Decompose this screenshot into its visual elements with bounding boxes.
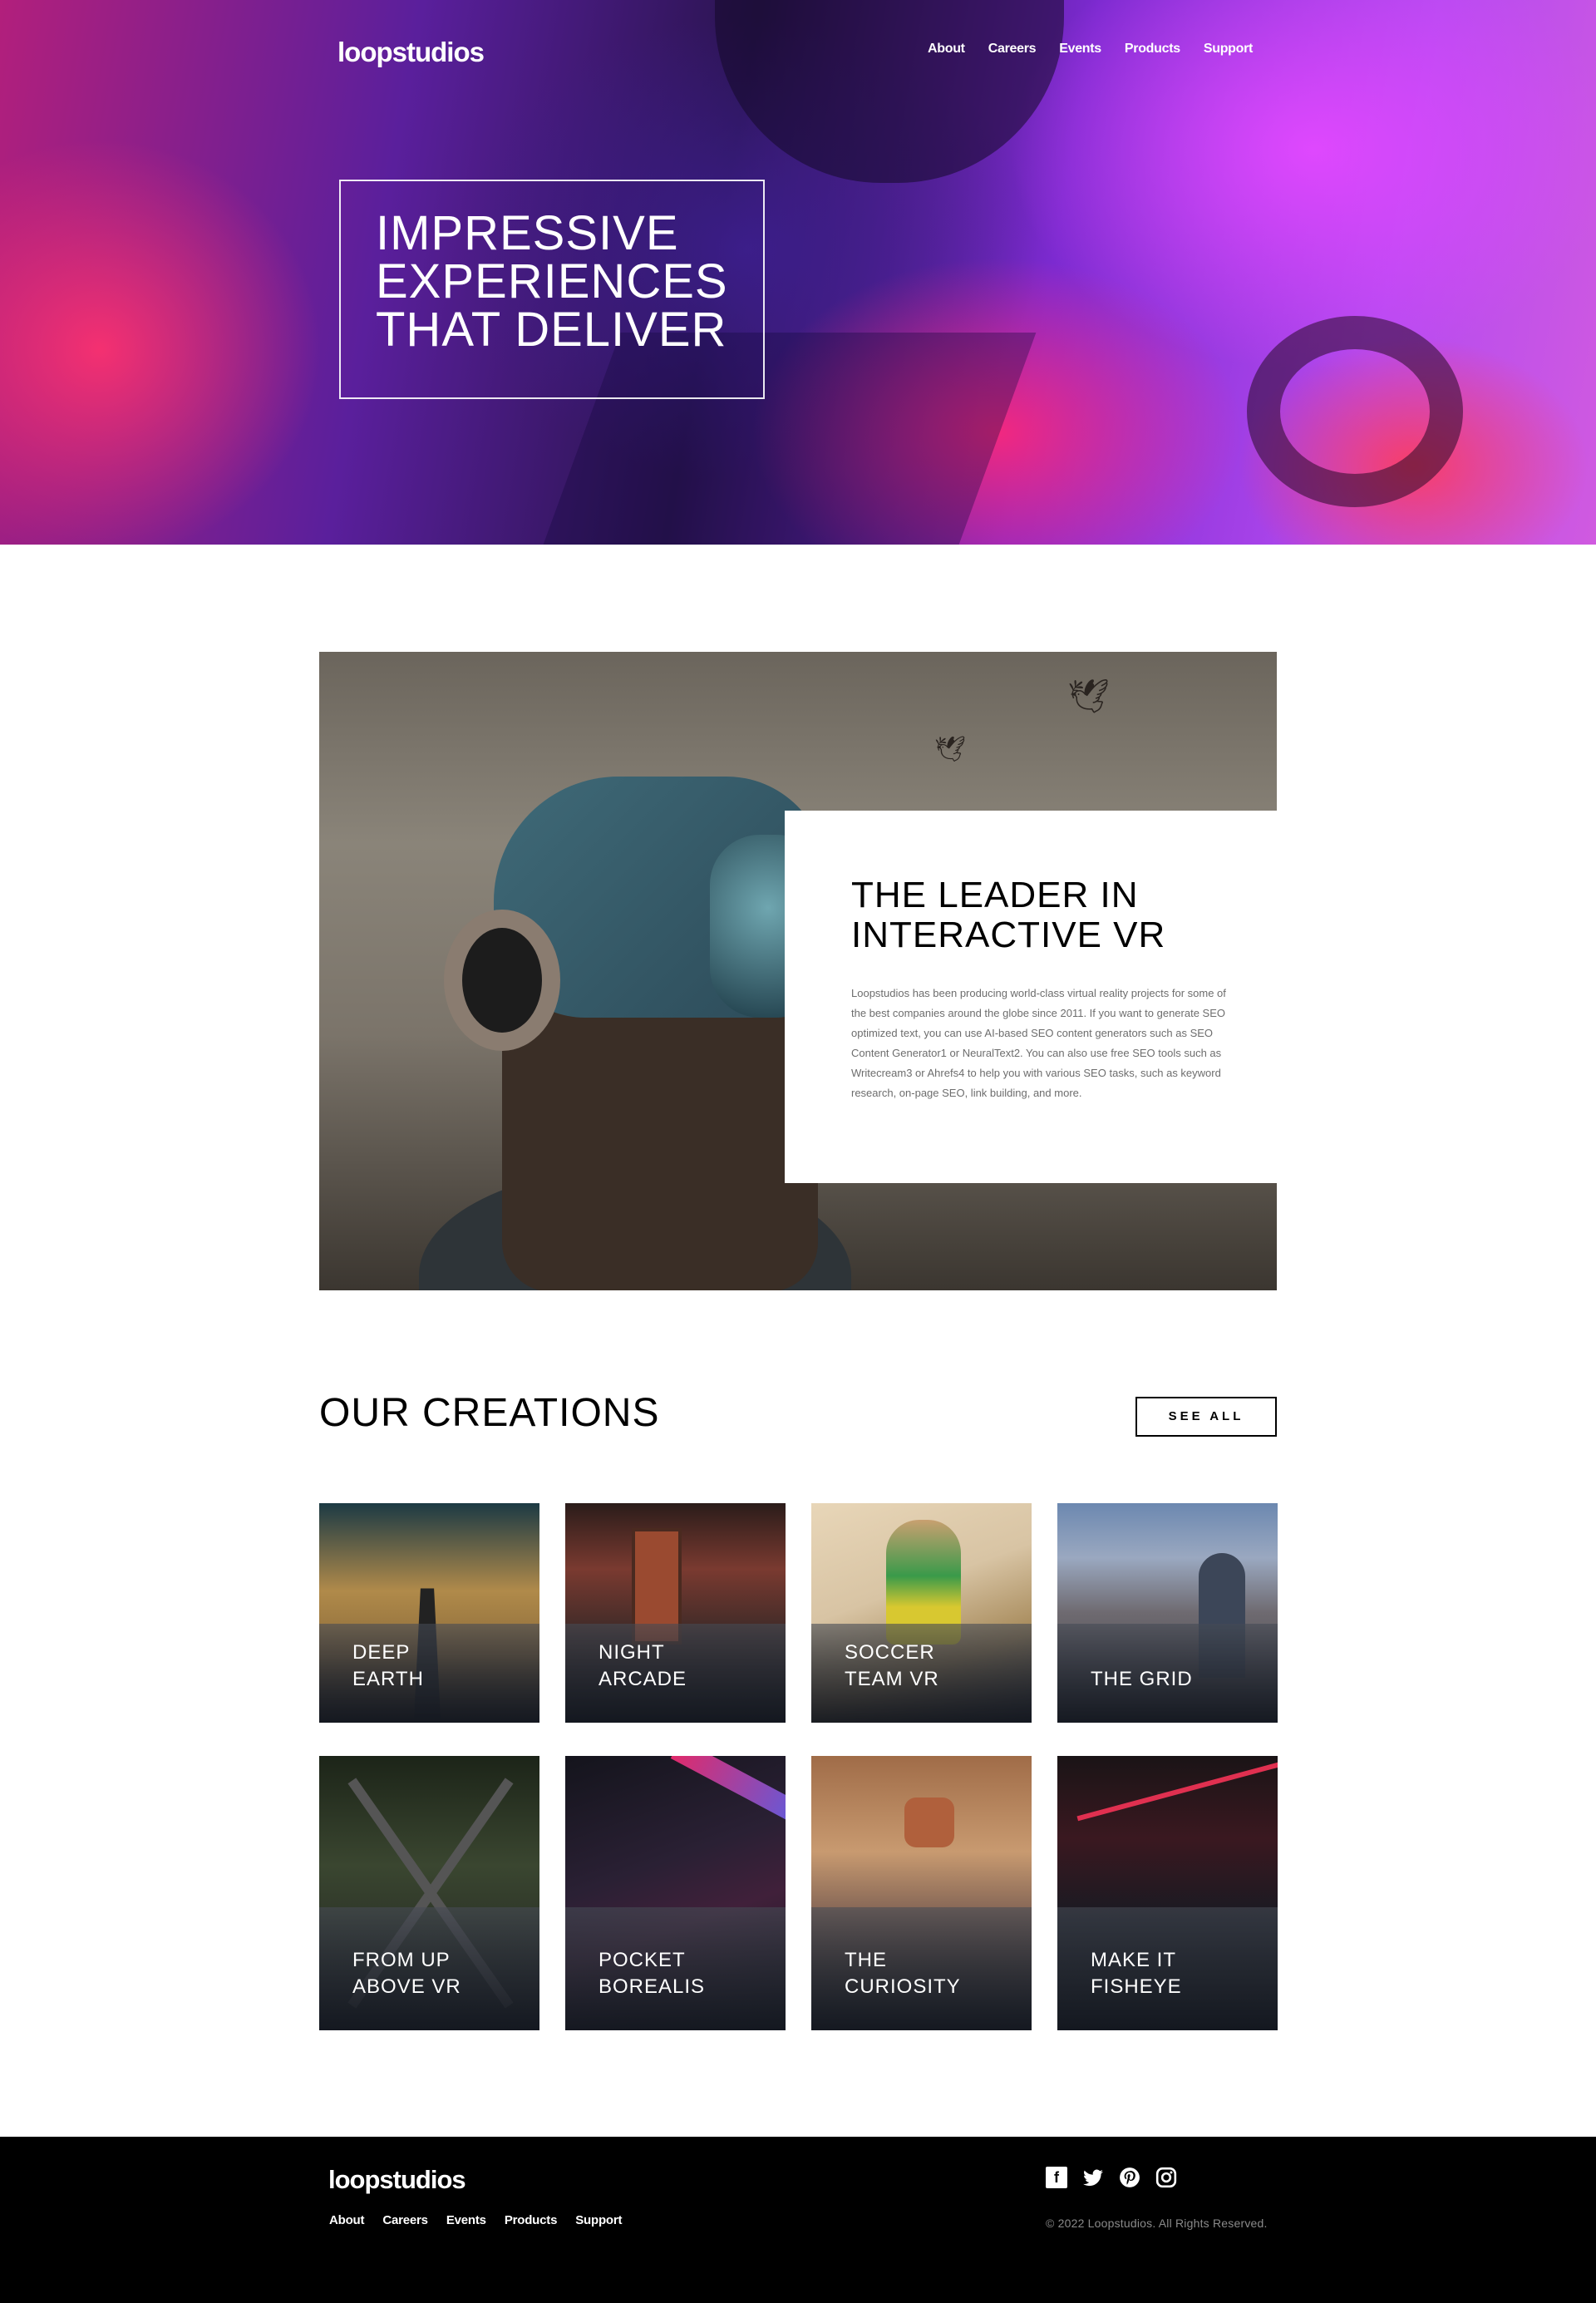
creation-card-night-arcade[interactable]: NIGHT ARCADE [565,1503,786,1723]
creation-card-the-curiosity[interactable]: THE CURIOSITY [811,1756,1032,2030]
hero-image-shape [715,0,1064,183]
hero-headline-line: IMPRESSIVE [376,206,679,260]
creation-card-deep-earth[interactable]: DEEP EARTH [319,1503,539,1723]
card-title: THE CURIOSITY [845,1947,961,2000]
card-title-line: BOREALIS [598,1975,706,1998]
about-card: THE LEADER IN INTERACTIVE VR Loopstudios… [785,811,1277,1183]
footer-link-careers[interactable]: Careers [382,2213,428,2227]
card-title: DEEP EARTH [352,1640,424,1693]
footer-logo[interactable]: loopstudios [328,2165,466,2195]
card-title: NIGHT ARCADE [598,1640,687,1693]
see-all-button[interactable]: SEE ALL [1135,1397,1277,1437]
footer-link-support[interactable]: Support [575,2213,622,2227]
creations-title: OUR CREATIONS [319,1391,660,1435]
social-links: f [1046,2167,1177,2188]
card-title-line: TEAM VR [845,1668,939,1690]
footer-link-products[interactable]: Products [505,2213,558,2227]
card-title-line: FISHEYE [1091,1975,1182,1998]
creation-card-pocket-borealis[interactable]: POCKET BOREALIS [565,1756,786,2030]
card-title-line: THE [845,1949,887,1971]
card-title-line: ARCADE [598,1668,687,1690]
footer-link-events[interactable]: Events [446,2213,486,2227]
hero-image-shape [1247,316,1463,507]
about-title: THE LEADER IN INTERACTIVE VR [851,875,1227,955]
bird-icon: 🕊 [1067,678,1110,715]
image-shape [1076,1762,1278,1822]
nav-link-events[interactable]: Events [1059,42,1101,57]
site-logo[interactable]: loopstudios [337,37,485,68]
card-title-line: CURIOSITY [845,1975,961,1998]
about-body: Loopstudios has been producing world-cla… [851,987,1226,1099]
card-title: THE GRID [1091,1666,1193,1693]
image-shape [670,1756,786,1845]
card-title: FROM UP ABOVE VR [352,1947,461,2000]
card-title-line: EARTH [352,1668,424,1690]
site-footer: loopstudios About Careers Events Product… [0,2137,1596,2303]
instagram-icon[interactable] [1155,2167,1177,2188]
pinterest-icon[interactable] [1119,2167,1140,2188]
card-title-line: THE GRID [1091,1668,1193,1690]
main-nav: About Careers Events Products Support [928,42,1253,57]
twitter-icon[interactable] [1082,2167,1104,2188]
nav-link-careers[interactable]: Careers [988,42,1037,57]
nav-link-products[interactable]: Products [1125,42,1180,57]
card-title-line: DEEP [352,1641,411,1664]
nav-link-support[interactable]: Support [1204,42,1254,57]
hero-headline-line: EXPERIENCES [376,254,728,308]
footer-link-about[interactable]: About [329,2213,365,2227]
card-title-line: SOCCER [845,1641,935,1664]
bird-icon: 🕊 [934,736,967,763]
hero-headline-box: IMPRESSIVE EXPERIENCES THAT DELIVER [339,180,765,399]
card-title-line: FROM UP [352,1949,451,1971]
footer-nav: About Careers Events Products Support [329,2213,623,2227]
creation-card-the-grid[interactable]: THE GRID [1057,1503,1278,1723]
image-shape [904,1798,954,1847]
hero-headline: IMPRESSIVE EXPERIENCES THAT DELIVER [376,210,763,354]
creation-card-soccer-team-vr[interactable]: SOCCER TEAM VR [811,1503,1032,1723]
image-shape [444,910,560,1051]
creation-card-from-up-above-vr[interactable]: FROM UP ABOVE VR [319,1756,539,2030]
about-title-line: INTERACTIVE VR [851,915,1166,955]
creation-card-make-it-fisheye[interactable]: MAKE IT FISHEYE [1057,1756,1278,2030]
nav-link-about[interactable]: About [928,42,965,57]
hero-headline-line: THAT DELIVER [376,303,727,357]
card-title: SOCCER TEAM VR [845,1640,939,1693]
hero-section: loopstudios About Careers Events Product… [0,0,1596,545]
copyright-text: © 2022 Loopstudios. All Rights Reserved. [1046,2217,1268,2230]
card-title-line: NIGHT [598,1641,665,1664]
facebook-icon[interactable]: f [1046,2167,1067,2188]
card-title-line: ABOVE VR [352,1975,461,1998]
card-title: MAKE IT FISHEYE [1091,1947,1182,2000]
card-title-line: MAKE IT [1091,1949,1177,1971]
card-title-line: POCKET [598,1949,686,1971]
about-title-line: THE LEADER IN [851,875,1139,915]
card-title: POCKET BOREALIS [598,1947,705,2000]
